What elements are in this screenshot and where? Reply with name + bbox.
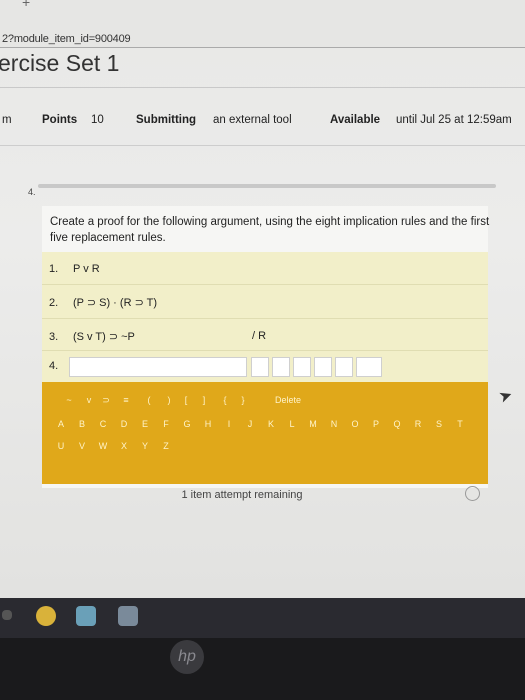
proof-line-1: 1. P v R [49,263,100,275]
letter-key[interactable]: G [180,419,194,429]
line-ref-input-5[interactable] [356,357,382,377]
line-ref-input-4[interactable] [335,357,353,377]
proof-line-divider [42,318,488,319]
proof-line-divider [42,284,488,285]
meta-divider [0,145,525,146]
symbol-key[interactable]: ] [197,395,211,405]
points-value: 10 [91,114,104,126]
proof-line-divider [42,350,488,351]
conclusion: / R [252,330,267,342]
proof-line-2: 2. (P ⊃ S) · (R ⊃ T) [49,297,158,309]
line-ref-input-2[interactable] [293,357,311,377]
letter-key[interactable]: Y [138,441,152,451]
letter-key[interactable]: T [453,419,467,429]
screen: + 2?module_item_id=900409 ercise Set 1 m… [0,0,525,598]
points-label: Points [42,114,78,126]
letter-key[interactable]: I [222,419,236,429]
submitting-value: an external tool [213,114,292,126]
meta-left-fragment: m [2,114,12,126]
mouse-cursor-icon: ➤ [496,386,516,407]
symbol-key[interactable]: [ [179,395,193,405]
available-label: Available [330,114,381,126]
new-tab-button[interactable]: + [22,0,30,10]
letter-key[interactable]: H [201,419,215,429]
chrome-icon[interactable] [36,606,56,626]
letter-key[interactable]: X [117,441,131,451]
symbol-key[interactable]: { [218,395,232,405]
line-ref-input-3[interactable] [314,357,332,377]
letter-key[interactable]: C [96,419,110,429]
letter-key[interactable]: F [159,419,173,429]
delete-key[interactable]: Delete [268,395,308,405]
rule-input[interactable] [251,357,269,377]
letter-key[interactable]: R [411,419,425,429]
letter-key[interactable]: M [306,419,320,429]
url-text[interactable]: 2?module_item_id=900409 [2,33,131,45]
letter-key[interactable]: J [243,419,257,429]
submitting-label: Submitting [136,114,197,126]
letter-key[interactable]: Q [390,419,404,429]
page-title: ercise Set 1 [0,50,120,76]
letter-key[interactable]: E [138,419,152,429]
formula-input[interactable] [69,357,247,377]
line-ref-input-1[interactable] [272,357,290,377]
letter-key[interactable]: V [75,441,89,451]
letter-key[interactable]: A [54,419,68,429]
letter-key[interactable]: S [432,419,446,429]
letter-key[interactable]: B [75,419,89,429]
section-divider-bar [38,184,496,188]
letter-key[interactable]: U [54,441,68,451]
letter-key[interactable]: L [285,419,299,429]
windows-icon[interactable] [2,610,12,620]
symbol-key[interactable]: } [236,395,250,405]
question-number: 4. [28,187,36,197]
symbol-keypad: ~ v ⊃ ≡ ()[] {} Delete A B C D E F G H I J K L M N O P Q R S T U V W X… [42,382,488,484]
available-value: until Jul 25 at 12:59am [396,114,512,126]
symbol-key[interactable]: v [82,395,96,405]
laptop-bezel [0,638,525,700]
letter-key[interactable]: Z [159,441,173,451]
letter-key[interactable]: W [96,441,110,451]
symbol-key[interactable]: ( [142,395,156,405]
app-icon[interactable] [118,606,138,626]
symbol-key[interactable]: ~ [62,395,76,405]
title-divider [0,87,525,88]
letter-key[interactable]: D [117,419,131,429]
symbol-key[interactable]: ) [162,395,176,405]
symbol-key[interactable]: ≡ [119,395,133,405]
hp-logo: hp [170,640,204,674]
url-divider [0,47,525,48]
status-circle-icon [465,486,480,501]
question-prompt: Create a proof for the following argumen… [50,216,490,244]
letter-key[interactable]: P [369,419,383,429]
attempts-remaining: 1 item attempt remaining [181,489,303,501]
letter-key[interactable]: O [348,419,362,429]
file-explorer-icon[interactable] [76,606,96,626]
proof-line-3: 3. (S v T) ⊃ ~P [49,331,135,343]
letter-key[interactable]: K [264,419,278,429]
letter-key[interactable]: N [327,419,341,429]
symbol-key[interactable]: ⊃ [99,395,113,406]
